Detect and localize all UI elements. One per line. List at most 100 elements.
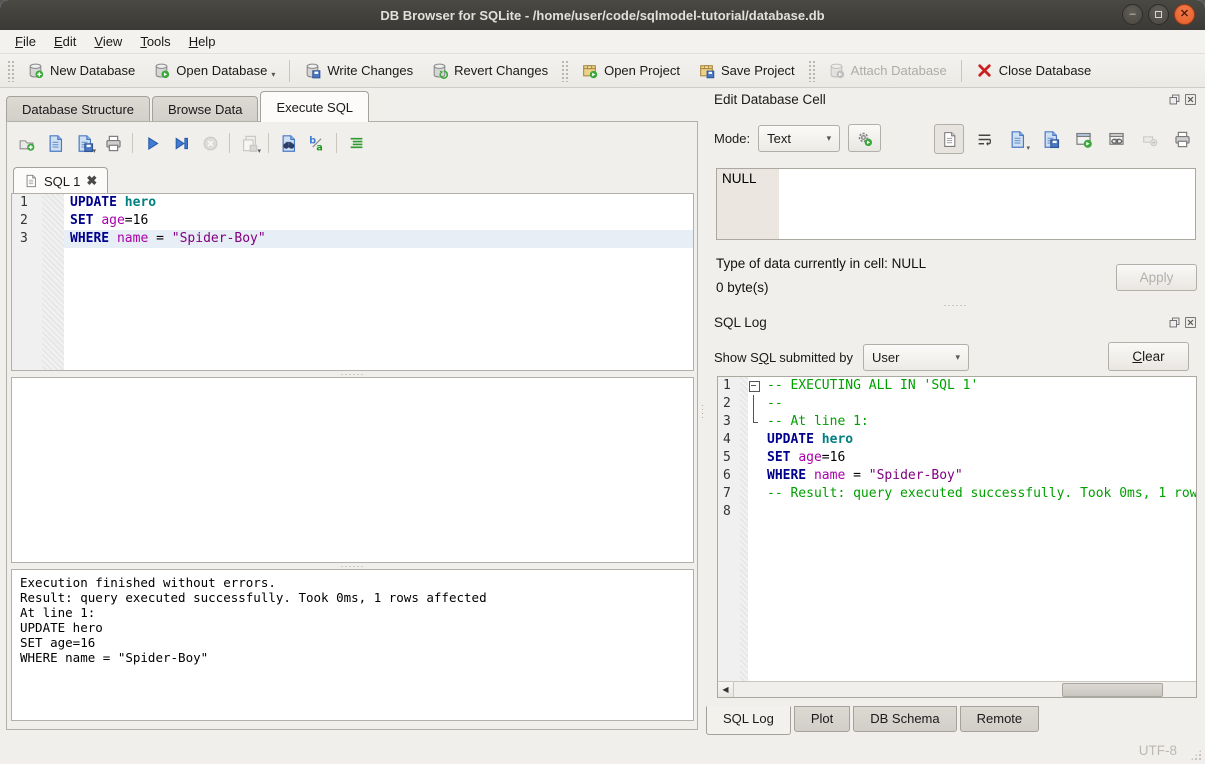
toolbar-drag-handle[interactable] xyxy=(561,60,568,82)
sql-1-tab[interactable]: SQL 1 ✖ xyxy=(13,167,108,194)
titlebar[interactable]: – ✕ DB Browser for SQLite - /home/user/c… xyxy=(0,0,1205,30)
new-database-button[interactable]: New Database xyxy=(19,57,143,84)
save-project-button[interactable]: Save Project xyxy=(690,57,803,84)
toggle-results-button[interactable] xyxy=(343,130,369,156)
tab-database-structure[interactable]: Database Structure xyxy=(6,96,150,122)
open-in-external-button[interactable] xyxy=(1070,126,1096,152)
line-number: 1 xyxy=(718,377,740,395)
sql-log-dock-controls xyxy=(1168,316,1197,329)
tab-browse-data[interactable]: Browse Data xyxy=(152,96,258,122)
scrollbar-thumb[interactable] xyxy=(1062,683,1162,697)
horizontal-scrollbar[interactable]: ◀ ▶ xyxy=(718,681,1196,697)
code-line: 8 xyxy=(718,503,1196,521)
menu-help[interactable]: Help xyxy=(180,31,225,52)
mode-select[interactable]: Text ▾ xyxy=(758,125,840,152)
code-line: 1UPDATE hero xyxy=(12,194,693,212)
float-dock-icon[interactable] xyxy=(1168,93,1181,106)
menu-file[interactable]: File xyxy=(6,31,45,52)
line-number: 4 xyxy=(718,431,740,449)
fold-column xyxy=(748,449,761,467)
results-pane[interactable] xyxy=(11,377,694,563)
menu-view[interactable]: View xyxy=(85,31,131,52)
minimize-button[interactable]: – xyxy=(1122,4,1143,25)
dock-splitter-handle[interactable]: ······ xyxy=(706,301,1205,309)
save-sql-file-icon xyxy=(75,134,94,153)
close-button[interactable]: ✕ xyxy=(1174,4,1195,25)
resize-grip-icon[interactable] xyxy=(1190,749,1202,761)
toolbar-separator xyxy=(336,133,337,153)
format-sql-icon xyxy=(308,134,327,153)
open-project-icon xyxy=(581,62,598,79)
tab-execute-sql[interactable]: Execute SQL xyxy=(260,91,369,122)
open-database-icon xyxy=(153,62,170,79)
print-cell-button[interactable] xyxy=(1169,126,1195,152)
execution-message-log[interactable]: Execution finished without errors. Resul… xyxy=(11,569,694,721)
dropdown-arrow-icon: ▾ xyxy=(92,147,96,155)
window-title: DB Browser for SQLite - /home/user/code/… xyxy=(380,8,824,23)
execute-current-line-icon xyxy=(173,135,190,152)
import-data-button[interactable]: ▾ xyxy=(1004,126,1030,152)
code-line: 2-- xyxy=(718,395,1196,413)
execute-sql-page: ▾ ▾ SQL 1 ✖ 1UP xyxy=(6,121,698,730)
revert-changes-icon xyxy=(431,62,448,79)
main-toolbar: New Database Open Database ▾ Write Chang… xyxy=(0,54,1205,88)
print-sql-button[interactable] xyxy=(100,130,126,156)
write-changes-button[interactable]: Write Changes xyxy=(296,57,421,84)
sql-log-view[interactable]: 1-- EXECUTING ALL IN 'SQL 1'2--3-- At li… xyxy=(718,377,1196,681)
execute-current-line-button[interactable] xyxy=(168,130,194,156)
export-data-button[interactable] xyxy=(1037,126,1063,152)
text-mode-button[interactable] xyxy=(934,124,964,154)
line-number: 8 xyxy=(718,503,740,521)
menu-edit[interactable]: Edit xyxy=(45,31,85,52)
dock-tab-db-schema[interactable]: DB Schema xyxy=(853,706,956,732)
cell-value-editor[interactable]: NULL xyxy=(716,168,1196,240)
close-database-icon xyxy=(976,62,993,79)
dock-tab-remote[interactable]: Remote xyxy=(960,706,1040,732)
save-sql-file-button[interactable]: ▾ xyxy=(71,130,97,156)
stop-button xyxy=(197,130,223,156)
sql-editor[interactable]: 1UPDATE hero2SET age=163WHERE name = "Sp… xyxy=(11,193,694,371)
set-null-icon xyxy=(1141,131,1158,148)
scroll-left-icon[interactable]: ◀ xyxy=(718,682,734,697)
code-line: 3-- At line 1: xyxy=(718,413,1196,431)
open-sql-tab-button[interactable] xyxy=(13,130,39,156)
close-dock-icon[interactable] xyxy=(1184,93,1197,106)
main-content: Database Structure Browse Data Execute S… xyxy=(0,88,1205,736)
open-database-button[interactable]: Open Database ▾ xyxy=(145,57,283,84)
find-replace-button[interactable] xyxy=(275,130,301,156)
format-sql-button[interactable] xyxy=(304,130,330,156)
close-sql-tab-icon[interactable]: ✖ xyxy=(86,173,97,189)
fold-marker-icon[interactable] xyxy=(748,377,761,395)
toolbar-drag-handle[interactable] xyxy=(808,60,815,82)
link-button[interactable] xyxy=(1103,126,1129,152)
vertical-splitter-handle[interactable]: ···· xyxy=(700,88,705,736)
line-number: 2 xyxy=(718,395,740,413)
sql-log-filter-select[interactable]: User ▾ xyxy=(863,344,969,371)
line-number: 6 xyxy=(718,467,740,485)
cell-size-info: 0 byte(s) xyxy=(716,280,769,295)
write-changes-icon xyxy=(304,62,321,79)
fold-column xyxy=(748,413,761,431)
float-dock-icon[interactable] xyxy=(1168,316,1181,329)
revert-changes-button[interactable]: Revert Changes xyxy=(423,57,556,84)
maximize-button[interactable] xyxy=(1148,4,1169,25)
dock-tab-plot[interactable]: Plot xyxy=(794,706,850,732)
dock-tab-sql-log[interactable]: SQL Log xyxy=(706,706,791,735)
open-sql-file-button[interactable] xyxy=(42,130,68,156)
open-project-button[interactable]: Open Project xyxy=(573,57,688,84)
clear-log-button[interactable]: Clear xyxy=(1108,342,1189,371)
menu-tools[interactable]: Tools xyxy=(131,31,179,52)
app-window: – ✕ DB Browser for SQLite - /home/user/c… xyxy=(0,0,1205,764)
execute-all-button[interactable] xyxy=(139,130,165,156)
maximize-icon xyxy=(1155,11,1162,18)
dropdown-arrow-icon: ▾ xyxy=(257,147,261,155)
toolbar-drag-handle[interactable] xyxy=(7,60,14,82)
new-database-icon xyxy=(27,62,44,79)
close-database-button[interactable]: Close Database xyxy=(968,57,1100,84)
auto-switch-mode-button[interactable] xyxy=(848,124,881,152)
save-project-icon xyxy=(698,62,715,79)
close-dock-icon[interactable] xyxy=(1184,316,1197,329)
code-line: 7-- Result: query executed successfully.… xyxy=(718,485,1196,503)
word-wrap-button[interactable] xyxy=(971,126,997,152)
chevron-down-icon: ▾ xyxy=(827,133,832,144)
